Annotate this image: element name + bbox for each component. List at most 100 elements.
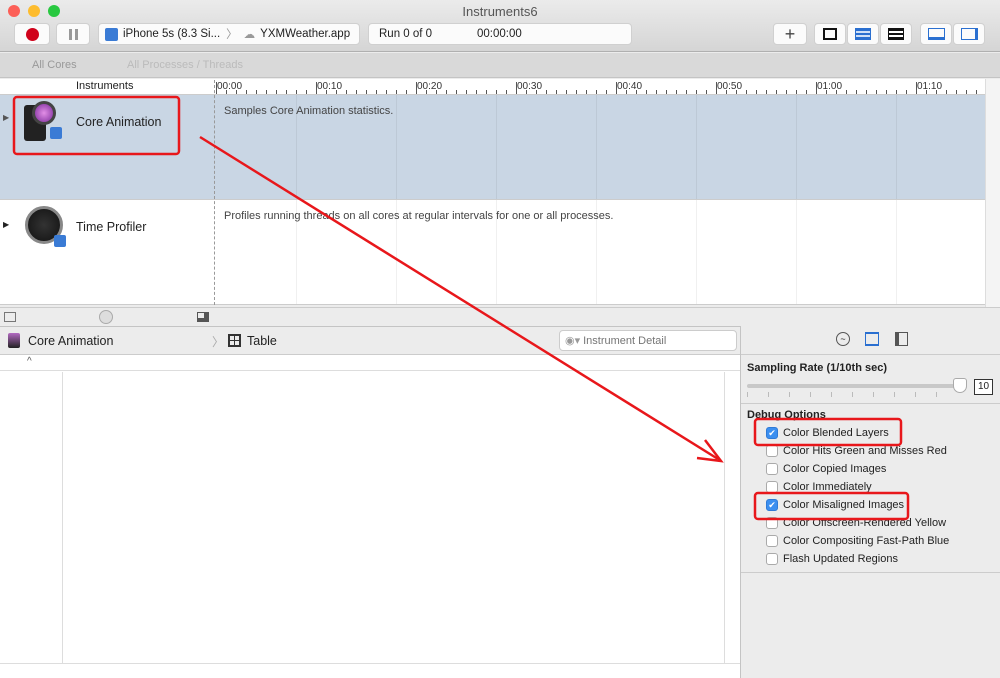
debug-option[interactable]: Flash Updated Regions <box>766 553 898 565</box>
ruler-tick <box>396 90 397 94</box>
ruler-tick-label: 01:00 <box>817 81 843 92</box>
search-input[interactable] <box>583 334 724 347</box>
playhead[interactable] <box>214 80 215 305</box>
ruler-tick <box>726 90 727 94</box>
track-footer <box>0 307 1000 326</box>
checkbox[interactable]: ✔ <box>766 427 778 439</box>
ruler-tick-label: 00:00 <box>217 81 243 92</box>
record-button[interactable] <box>14 23 50 45</box>
ruler-tick <box>426 90 427 94</box>
threads-view-button[interactable] <box>847 23 879 45</box>
ruler-tick <box>736 90 737 94</box>
ruler-tick <box>966 90 967 94</box>
toggle-detail-pane-button[interactable] <box>920 23 952 45</box>
grid-icon <box>888 28 904 40</box>
option-label: Flash Updated Regions <box>783 553 898 565</box>
debug-option[interactable]: Color Hits Green and Misses Red <box>766 445 947 457</box>
ruler-tick <box>466 90 467 94</box>
ruler-tick <box>376 90 377 94</box>
ruler-tick-label: 00:40 <box>617 81 643 92</box>
pause-button[interactable] <box>56 23 90 45</box>
all-processes-tab[interactable]: All Processes / Threads <box>127 59 243 71</box>
checkbox[interactable] <box>766 535 778 547</box>
checkbox[interactable]: ✔ <box>766 499 778 511</box>
window-title: Instruments6 <box>462 4 538 19</box>
timeline-ruler[interactable]: Instruments 00:00 00:10 00:20 00:30 00:40 00:… <box>0 79 1000 95</box>
disclosure-triangle-icon[interactable]: ▶ <box>3 220 9 229</box>
list-icon <box>855 28 871 40</box>
checkbox[interactable] <box>766 517 778 529</box>
ruler-tick <box>236 90 237 94</box>
bottom-pane-icon <box>927 28 945 40</box>
checkbox[interactable] <box>766 553 778 565</box>
track-core-animation[interactable]: ▶ Core Animation Samples Core Animation … <box>0 95 985 200</box>
ruler-tick <box>276 90 277 94</box>
grid-line <box>296 200 297 304</box>
chevron-right-icon: 〉 <box>212 335 225 349</box>
ruler-tick <box>946 90 947 94</box>
ruler-tick <box>486 90 487 94</box>
track-name: Core Animation <box>76 115 162 129</box>
column-divider[interactable] <box>62 372 63 664</box>
ruler-tick <box>306 90 307 94</box>
chart-icon[interactable] <box>4 312 16 322</box>
display-settings-tab-icon[interactable] <box>865 332 879 346</box>
timeline-scrollbar[interactable] <box>985 79 1000 307</box>
ruler-tick <box>556 90 557 94</box>
ruler-tick <box>856 90 857 94</box>
checkbox[interactable] <box>766 445 778 457</box>
target-device[interactable]: iPhone 5s (8.3 Si... <box>123 28 220 40</box>
debug-option[interactable]: Color Compositing Fast-Path Blue <box>766 535 949 547</box>
processes-view-button[interactable] <box>880 23 912 45</box>
ruler-tick <box>656 90 657 94</box>
slider-knob[interactable] <box>953 378 967 393</box>
sampling-rate-value[interactable]: 10 <box>974 379 993 395</box>
target-selector[interactable]: iPhone 5s (8.3 Si... 〉 ☁ YXMWeather.app <box>98 23 360 45</box>
option-label: Color Immediately <box>783 481 872 493</box>
ruler-tick-label: 00:20 <box>417 81 443 92</box>
option-label: Color Offscreen-Rendered Yellow <box>783 517 947 529</box>
debug-option[interactable]: Color Immediately <box>766 481 872 493</box>
search-filter-icon[interactable]: ◉▾ <box>565 334 580 347</box>
zoom-slider-knob[interactable] <box>99 310 113 324</box>
instrument-detail-search[interactable]: ◉▾ <box>559 330 737 351</box>
cpu-view-button[interactable] <box>814 23 846 45</box>
checkbox[interactable] <box>766 463 778 475</box>
all-cores-tab[interactable]: All Cores <box>32 59 77 71</box>
ruler-tick <box>446 90 447 94</box>
sampling-rate-label: Sampling Rate (1/10th sec) <box>747 362 887 374</box>
ruler-tick <box>436 90 437 94</box>
table-icon <box>228 334 241 347</box>
ruler-tick <box>226 90 227 94</box>
ruler-tick <box>646 90 647 94</box>
snap-icon[interactable] <box>197 312 209 322</box>
target-app[interactable]: YXMWeather.app <box>260 28 350 40</box>
ruler-tick <box>926 90 927 94</box>
add-instrument-button[interactable]: + <box>773 23 807 45</box>
slider-ticks <box>747 392 957 397</box>
table-header[interactable]: ^ <box>0 355 740 371</box>
ruler-tick <box>356 90 357 94</box>
toggle-inspector-button[interactable] <box>953 23 985 45</box>
track-name: Time Profiler <box>76 220 147 234</box>
sort-indicator[interactable]: ^ <box>27 356 32 367</box>
record-settings-tab-icon[interactable]: ~ <box>836 332 850 346</box>
ruler-tick <box>296 90 297 94</box>
debug-option[interactable]: ✔ Color Blended Layers <box>766 427 889 439</box>
disclosure-triangle-icon[interactable]: ▶ <box>3 113 9 122</box>
divider <box>741 403 1000 404</box>
detail-table[interactable]: ^ <box>0 355 740 678</box>
grid-line <box>396 95 397 199</box>
breadcrumb-instrument[interactable]: Core Animation <box>28 334 113 348</box>
debug-option[interactable]: Color Copied Images <box>766 463 886 475</box>
track-time-profiler[interactable]: ▶ Time Profiler Profiles running threads… <box>0 200 985 305</box>
breadcrumb-view[interactable]: Table <box>247 334 277 348</box>
sampling-rate-slider[interactable] <box>747 378 967 393</box>
extended-detail-tab-icon[interactable] <box>895 332 908 346</box>
grid-line <box>896 95 897 199</box>
debug-option[interactable]: Color Offscreen-Rendered Yellow <box>766 517 946 529</box>
grid-line <box>896 200 897 304</box>
record-icon <box>25 27 39 41</box>
checkbox[interactable] <box>766 481 778 493</box>
debug-option[interactable]: ✔ Color Misaligned Images <box>766 499 904 511</box>
